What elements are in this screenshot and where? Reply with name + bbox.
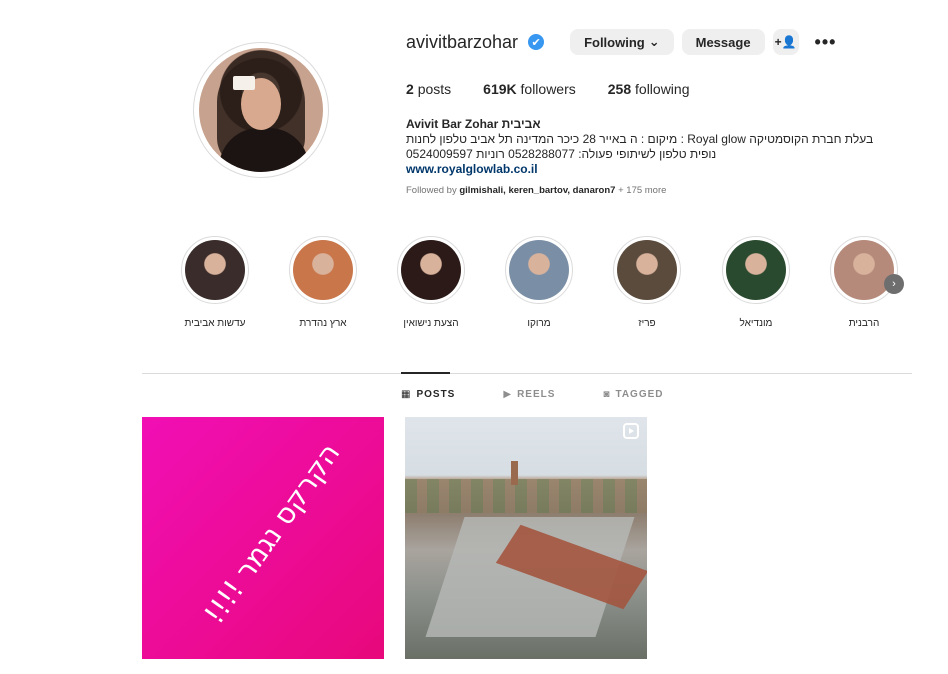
active-tab-indicator [401,372,450,374]
reel-icon [623,423,639,439]
grid-icon: ▦ [401,389,412,400]
highlight-label: עדשות אביבית [184,318,246,329]
following-stat[interactable]: 258 following [608,81,690,97]
highlight-label: פריז [638,318,656,329]
full-name: Avivit Bar Zohar אביבית [406,117,541,131]
highlight-label: הרבנית [848,318,880,329]
avatar-image [199,48,323,172]
profile-avatar[interactable] [193,42,329,178]
website-link[interactable]: www.royalglowlab.co.il [406,162,876,177]
message-button-label: Message [695,34,751,50]
bio-line-1: מיקום : ה באייר 28 כיכר המדינה תל אביב ט… [406,132,874,146]
highlight-cover [401,240,461,300]
highlight-cover [617,240,677,300]
message-button[interactable]: Message [681,29,765,55]
profile-bio: Avivit Bar Zohar אביבית מיקום : ה באייר … [406,117,876,177]
profile-tabs: ▦ POSTS ▶ REELS ◙ TAGGED [401,389,664,400]
profile-header-row: avivitbarzohar ✔ Following ⌄ Message +👤 … [406,29,836,55]
followed-by[interactable]: Followed by gilmishali, keren_bartov, da… [406,185,666,196]
highlight-label: ארץ נהדרת [299,318,347,329]
story-highlights: עדשות אביבית ארץ נהדרת הצעת נישואין מרוק… [170,236,910,336]
section-divider [142,373,912,374]
highlight-cover [834,240,894,300]
tab-tagged[interactable]: ◙ TAGGED [603,389,663,400]
reels-icon: ▶ [503,389,513,400]
tab-reels[interactable]: ▶ REELS [503,389,555,400]
highlight-item[interactable]: פריז [602,236,692,329]
post-tile[interactable] [405,417,647,659]
username: avivitbarzohar [406,31,519,52]
tab-posts[interactable]: ▦ POSTS [401,389,455,400]
highlight-item[interactable]: מרוקו [494,236,584,329]
post-text: הקרקס נגמר !!!! [197,437,347,630]
highlight-cover [726,240,786,300]
following-button-label: Following [584,34,645,50]
add-user-icon: +👤 [774,35,797,49]
chevron-right-icon[interactable]: › [884,274,904,294]
highlight-item[interactable]: עדשות אביבית [170,236,260,329]
more-options-icon[interactable]: ••• [815,32,837,53]
highlight-cover [509,240,569,300]
highlight-label: הצעת נישואין [403,318,459,329]
bio-line-2: 0524009597 נופית טלפון לשיתופי פעולה: 05… [406,147,717,161]
highlight-item[interactable]: ארץ נהדרת [278,236,368,329]
highlight-item[interactable]: הצעת נישואין [386,236,476,329]
highlight-cover [293,240,353,300]
post-tile[interactable]: הקרקס נגמר !!!! [142,417,384,659]
highlight-cover [185,240,245,300]
highlight-label: מונדיאל [739,318,773,329]
followers-stat[interactable]: 619K followers [483,81,576,97]
highlight-label: מרוקו [527,318,551,329]
following-button[interactable]: Following ⌄ [570,29,674,55]
posts-stat: 2 posts [406,81,452,97]
suggest-user-button[interactable]: +👤 [772,29,799,55]
verified-badge-icon: ✔ [528,34,545,50]
tagged-icon: ◙ [603,389,611,400]
chevron-down-icon: ⌄ [648,34,660,49]
profile-stats: 2 posts 619K followers 258 following [406,81,690,97]
highlight-item[interactable]: מונדיאל [711,236,801,329]
